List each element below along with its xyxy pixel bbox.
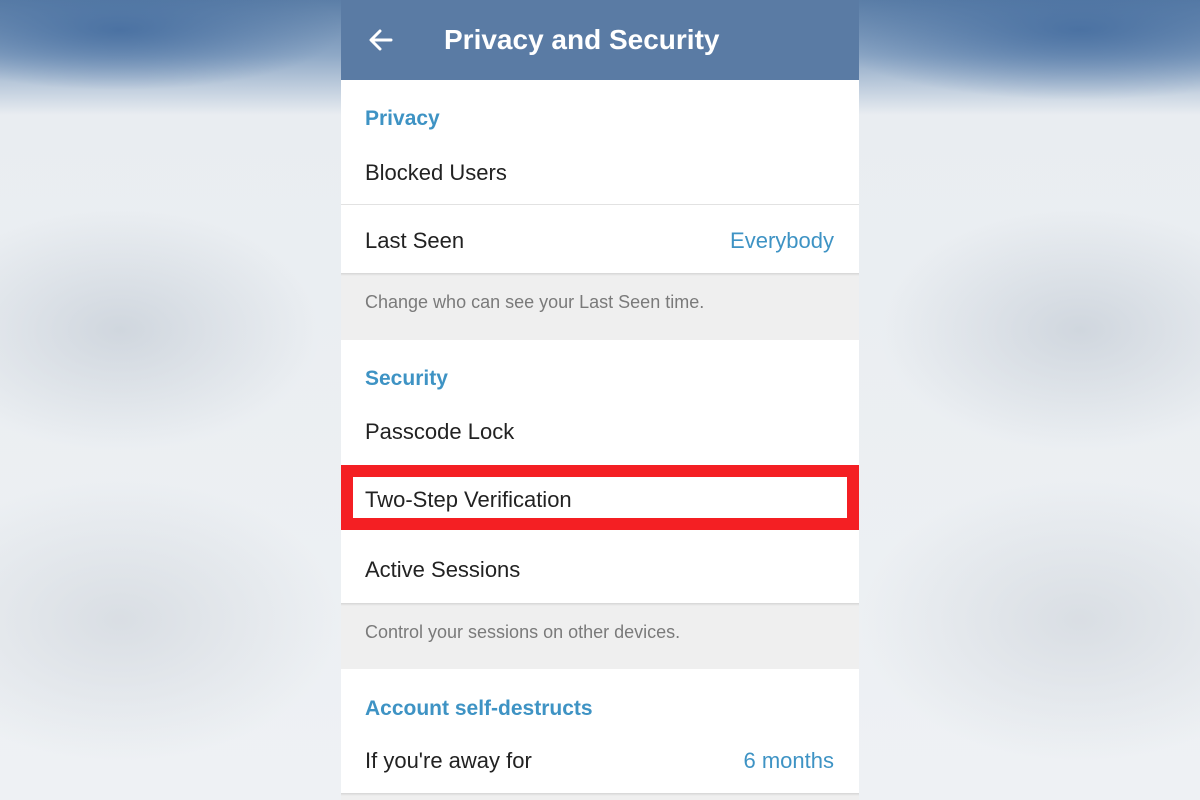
- page-title: Privacy and Security: [444, 24, 720, 55]
- back-button[interactable]: [363, 22, 399, 58]
- section-shadow: [341, 793, 859, 796]
- active-sessions-row[interactable]: Active Sessions: [341, 535, 859, 603]
- last-seen-row[interactable]: Last Seen Everybody: [341, 205, 859, 273]
- blocked-users-label: Blocked Users: [365, 160, 507, 185]
- passcode-lock-row[interactable]: Passcode Lock: [341, 405, 859, 465]
- section-shadow: [341, 273, 859, 276]
- away-period-row[interactable]: If you're away for 6 months: [341, 735, 859, 793]
- privacy-section-header: Privacy: [365, 107, 440, 130]
- active-sessions-hint: Control your sessions on other devices.: [365, 622, 681, 642]
- two-step-verification-label: Two-Step Verification: [365, 487, 572, 512]
- arrow-left-icon: [369, 29, 393, 51]
- self-destruct-section: Account self-destructs If you're away fo…: [341, 669, 859, 793]
- self-destruct-section-header: Account self-destructs: [365, 697, 593, 720]
- phone-screen: Privacy and Security Privacy Blocked Use…: [341, 0, 859, 800]
- last-seen-label: Last Seen: [365, 228, 465, 253]
- section-shadow: [341, 603, 859, 606]
- passcode-lock-label: Passcode Lock: [365, 419, 515, 444]
- privacy-section: Privacy Blocked Users Last Seen Everybod…: [341, 80, 859, 273]
- active-sessions-label: Active Sessions: [365, 557, 521, 582]
- away-period-value: 6 months: [743, 748, 835, 773]
- two-step-verification-row[interactable]: Two-Step Verification: [353, 477, 847, 518]
- away-period-label: If you're away for: [365, 748, 532, 773]
- security-section-header: Security: [365, 367, 448, 390]
- blocked-users-row[interactable]: Blocked Users: [341, 146, 859, 204]
- last-seen-hint: Change who can see your Last Seen time.: [365, 292, 705, 312]
- app-bar: Privacy and Security: [341, 0, 859, 80]
- last-seen-value: Everybody: [730, 228, 834, 253]
